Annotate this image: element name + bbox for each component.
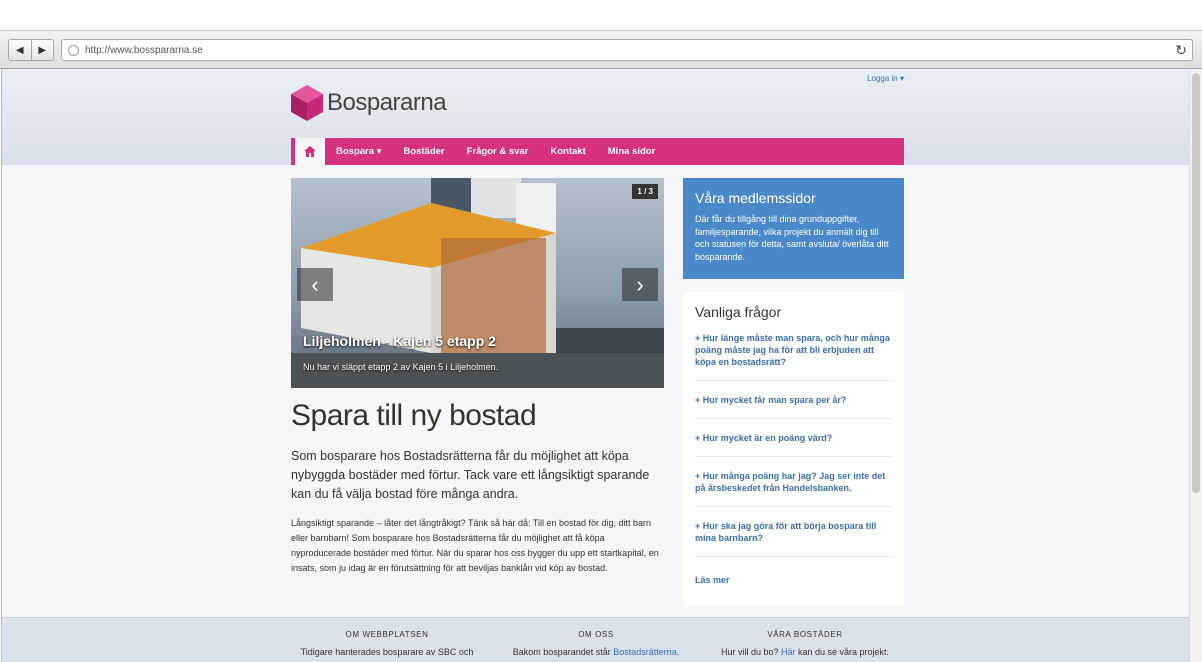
faq-item-label[interactable]: Hur ska jag göra för att börja bospara t… <box>695 521 876 543</box>
nav-item-bostader[interactable]: Bostäder <box>392 146 455 157</box>
plus-icon: + <box>695 433 703 443</box>
projects-link[interactable]: Här <box>781 647 796 657</box>
footer-text: Bakom bosparandet står <box>512 647 614 657</box>
slider-next-icon[interactable]: › <box>622 268 658 301</box>
slide-text: Nu har vi släppt etapp 2 av Kajen 5 i Li… <box>303 362 499 372</box>
scrollbar-thumb[interactable] <box>1192 73 1200 493</box>
members-box-title[interactable]: Våra medlemssidor <box>695 190 892 206</box>
logo-cube-icon <box>291 85 323 121</box>
faq-box: Vanliga frågor + Hur länge måste man spa… <box>683 292 904 605</box>
history-buttons: ◀ ▶ <box>8 39 54 61</box>
footer-col-title: VÅRA BOSTÄDER <box>767 630 843 639</box>
faq-item-label[interactable]: Hur länge måste man spara, och hur många… <box>695 333 890 367</box>
nav-item-kontakt[interactable]: Kontakt <box>539 146 596 157</box>
slide-counter: 1 / 3 <box>632 184 658 199</box>
plus-icon: + <box>695 471 703 481</box>
faq-item[interactable]: + Hur mycket får man spara per år? <box>695 394 892 419</box>
plus-icon: + <box>695 521 703 531</box>
nav-item-fragor-svar[interactable]: Frågor & svar <box>456 146 540 157</box>
main-navigation: Bospara ▾ Bostäder Frågor & svar Kontakt… <box>291 138 904 165</box>
body-paragraph: Långsiktigt sparande – låter det långtrå… <box>291 518 659 573</box>
footer-col-about-site: OM WEBBPLATSEN Tidigare hanterades bospa… <box>287 630 487 657</box>
members-box-text: Där får du tillgång till dina grunduppgi… <box>695 214 889 262</box>
lead-paragraph: Som bosparare hos Bostadsrätterna får du… <box>291 449 650 501</box>
faq-item-label[interactable]: Hur mycket är en poäng värd? <box>703 433 833 443</box>
footer: OM WEBBPLATSEN Tidigare hanterades bospa… <box>2 617 1189 662</box>
home-icon[interactable] <box>291 138 325 165</box>
footer-col-text: Hur vill du bo? Här kan du se våra proje… <box>705 647 905 657</box>
footer-col-text: Tidigare hanterades bosparare av SBC och <box>300 647 474 657</box>
faq-item[interactable]: + Hur mycket är en poäng värd? <box>695 432 892 457</box>
bostadsratterna-link[interactable]: Bostadsrätterna <box>613 647 677 657</box>
slider-prev-icon[interactable]: ‹ <box>297 268 333 301</box>
back-icon[interactable]: ◀ <box>9 40 31 60</box>
plus-icon: + <box>695 333 703 343</box>
faq-more-link[interactable]: Läs mer <box>695 575 730 585</box>
plus-icon: + <box>695 395 703 405</box>
footer-col-text: Bakom bosparandet står Bostadsrätterna. <box>496 647 696 657</box>
logo-text: Bospararna <box>327 89 447 116</box>
address-bar[interactable]: http://www.bosspararna.se ↻ <box>61 39 1193 61</box>
faq-item-label[interactable]: Hur mycket får man spara per år? <box>703 395 847 405</box>
faq-title: Vanliga frågor <box>695 304 782 320</box>
nav-item-mina-sidor[interactable]: Mina sidor <box>597 146 667 157</box>
forward-icon[interactable]: ▶ <box>30 40 54 60</box>
footer-text: . <box>676 647 680 657</box>
page-scrollbar[interactable] <box>1189 69 1202 662</box>
login-link[interactable]: Logga in ▾ <box>867 74 904 83</box>
faq-item-label[interactable]: Hur många poäng har jag? Jag ser inte de… <box>695 471 885 493</box>
footer-text: kan du se våra projekt. <box>795 647 890 657</box>
browser-toolbar: ◀ ▶ http://www.bosspararna.se ↻ <box>0 30 1202 69</box>
reload-icon[interactable]: ↻ <box>1175 42 1187 59</box>
faq-item[interactable]: + Hur många poäng har jag? Jag ser inte … <box>695 470 892 507</box>
footer-col-about-us: OM OSS Bakom bosparandet står Bostadsrät… <box>496 630 696 657</box>
slide-image <box>291 178 664 388</box>
faq-item[interactable]: + Hur länge måste man spara, och hur mån… <box>695 332 892 381</box>
image-slider[interactable]: 1 / 3 ‹ › Liljeholmen - Kajen 5 etapp 2 … <box>291 178 664 388</box>
building-illustration <box>291 178 664 388</box>
site-logo[interactable]: Bospararna <box>291 85 447 121</box>
page-viewport: Logga in ▾ Bospararna Bospara ▾ Bostäder… <box>1 69 1189 662</box>
footer-col-our-homes: VÅRA BOSTÄDER Hur vill du bo? Här kan du… <box>705 630 905 657</box>
page-title: Spara till ny bostad <box>291 399 537 432</box>
nav-item-bospara[interactable]: Bospara ▾ <box>325 146 392 157</box>
slide-title[interactable]: Liljeholmen - Kajen 5 etapp 2 <box>303 333 496 349</box>
url-text[interactable]: http://www.bosspararna.se <box>85 45 203 56</box>
faq-item[interactable]: + Hur ska jag göra för att börja bospara… <box>695 520 892 557</box>
footer-col-title: OM WEBBPLATSEN <box>345 630 429 639</box>
page-icon <box>68 44 79 56</box>
footer-col-title: OM OSS <box>578 630 614 639</box>
members-box[interactable]: Våra medlemssidor Där får du tillgång ti… <box>683 178 904 279</box>
footer-text: Hur vill du bo? <box>720 647 781 657</box>
